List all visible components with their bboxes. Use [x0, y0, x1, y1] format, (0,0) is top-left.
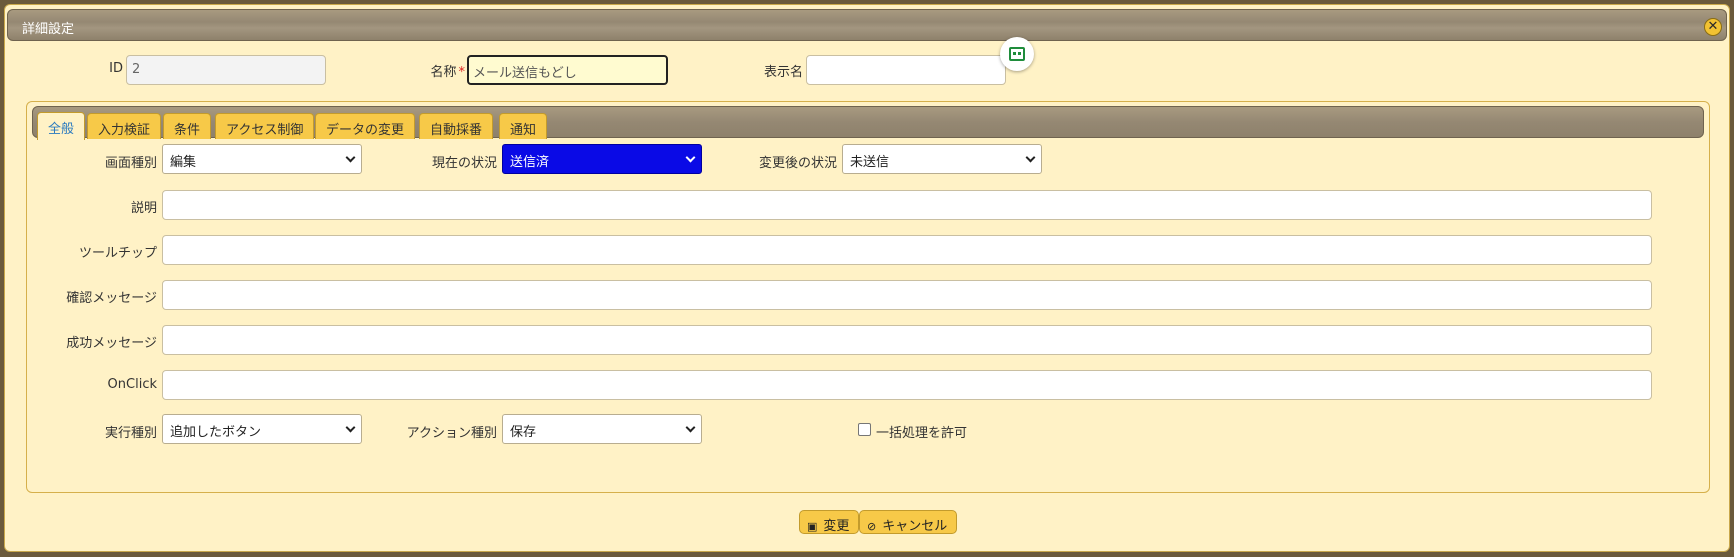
- current-status-select[interactable]: 送信済: [502, 144, 702, 174]
- screen-type-label: 画面種別: [104, 156, 157, 171]
- tooltip-field[interactable]: [162, 235, 1652, 265]
- action-type-value: 保存: [510, 425, 537, 440]
- detail-settings-dialog: 詳細設定 ✕ ID 2 名称 * メール送信もどし 表示名 全般 入力検証 条件 …: [4, 4, 1730, 552]
- tab-notification[interactable]: 通知: [499, 113, 548, 139]
- after-status-label: 変更後の状況: [758, 156, 837, 171]
- cancel-button-label: キャンセル: [882, 519, 948, 534]
- tab-conditions[interactable]: 条件: [163, 113, 212, 139]
- tab-general[interactable]: 全般: [37, 112, 86, 140]
- tab-bar: 全般 入力検証 条件 アクセス制御 データの変更 自動採番 通知: [32, 106, 1704, 140]
- current-status-value: 送信済: [510, 155, 550, 170]
- current-status-label: 現在の状況: [431, 156, 497, 171]
- exec-type-value: 追加したボタン: [170, 425, 262, 440]
- tab-auto-numbering[interactable]: 自動採番: [419, 113, 494, 139]
- name-label-text: 名称: [430, 65, 457, 80]
- chevron-down-icon: [685, 152, 696, 163]
- tooltip-label: ツールチップ: [78, 246, 157, 261]
- onclick-label: OnClick: [107, 377, 157, 392]
- description-field[interactable]: [162, 190, 1652, 220]
- description-label: 説明: [130, 201, 157, 216]
- cancel-button[interactable]: ⊘ キャンセル: [859, 510, 958, 534]
- screen-type-select[interactable]: 編集: [162, 144, 362, 174]
- exec-type-label: 実行種別: [104, 426, 157, 441]
- close-icon[interactable]: ✕: [1704, 18, 1722, 36]
- onclick-field[interactable]: [162, 370, 1652, 400]
- change-button[interactable]: ▣ 変更: [799, 510, 860, 534]
- screen-type-value: 編集: [170, 155, 197, 170]
- tab-input-validation[interactable]: 入力検証: [87, 113, 162, 139]
- robot-icon: [1009, 47, 1025, 61]
- action-type-label: アクション種別: [406, 426, 497, 441]
- name-field[interactable]: メール送信もどし: [467, 55, 668, 85]
- display-name-field[interactable]: [806, 55, 1006, 85]
- dialog-title: 詳細設定: [22, 22, 75, 37]
- tab-data-change[interactable]: データの変更: [315, 113, 416, 139]
- confirm-message-field[interactable]: [162, 280, 1652, 310]
- display-name-label: 表示名: [763, 65, 803, 80]
- name-label: 名称 *: [405, 61, 465, 80]
- after-status-value: 未送信: [850, 155, 890, 170]
- success-message-label: 成功メッセージ: [66, 336, 157, 351]
- tab-panel: 全般 入力検証 条件 アクセス制御 データの変更 自動採番 通知 画面種別 編集…: [26, 101, 1710, 493]
- save-icon: ▣: [807, 520, 818, 533]
- action-type-select[interactable]: 保存: [502, 414, 702, 444]
- confirm-message-label: 確認メッセージ: [66, 291, 157, 306]
- required-mark: *: [458, 65, 466, 80]
- chevron-down-icon: [1025, 152, 1036, 163]
- chevron-down-icon: [345, 422, 356, 433]
- id-field: 2: [126, 55, 326, 85]
- id-label: ID: [109, 61, 123, 76]
- toolbar-float-button[interactable]: [1000, 37, 1034, 71]
- cancel-icon: ⊘: [867, 520, 877, 533]
- dialog-titlebar[interactable]: 詳細設定 ✕: [7, 9, 1727, 41]
- success-message-field[interactable]: [162, 325, 1652, 355]
- bulk-process-label: 一括処理を許可: [876, 426, 968, 441]
- after-status-select[interactable]: 未送信: [842, 144, 1042, 174]
- change-button-label: 変更: [823, 519, 850, 534]
- tab-access-control[interactable]: アクセス制御: [215, 113, 315, 139]
- chevron-down-icon: [345, 152, 356, 163]
- exec-type-select[interactable]: 追加したボタン: [162, 414, 362, 444]
- chevron-down-icon: [685, 422, 696, 433]
- bulk-process-checkbox[interactable]: [858, 423, 871, 436]
